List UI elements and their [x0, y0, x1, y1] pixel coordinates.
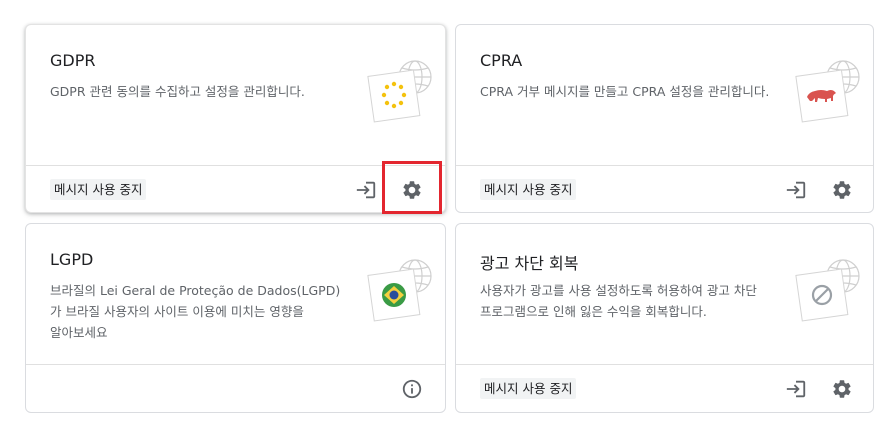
settings-gear-icon[interactable] [831, 179, 853, 201]
status-badge: 메시지 사용 중지 [50, 179, 147, 200]
gdpr-card[interactable]: GDPR GDPR 관련 동의를 수집하고 설정을 관리합니다. 메시지 사용 … [25, 24, 446, 213]
card-description: CPRA 거부 메시지를 만들고 CPRA 설정을 관리합니다. [480, 84, 770, 99]
card-divider [26, 364, 445, 365]
sign-in-icon[interactable] [785, 378, 807, 400]
card-description: GDPR 관련 동의를 수집하고 설정을 관리합니다. [50, 84, 305, 99]
card-title: 광고 차단 회복 [480, 254, 579, 273]
card-divider [456, 364, 873, 365]
eu-stars-icon [367, 60, 432, 123]
card-description: 브라질의 Lei Geral de Proteção de Dados(LGPD… [50, 283, 341, 340]
lgpd-card[interactable]: LGPD 브라질의 Lei Geral de Proteção de Dados… [25, 223, 446, 413]
card-title: CPRA [480, 51, 523, 70]
card-divider [26, 165, 445, 166]
card-description: 사용자가 광고를 사용 설정하도록 허용하여 광고 차단 프로그램으로 인해 잃… [480, 283, 757, 319]
card-title: GDPR [50, 51, 96, 70]
no-entry-icon [795, 259, 860, 322]
card-title: LGPD [50, 250, 94, 269]
settings-gear-icon[interactable] [401, 179, 423, 201]
ad-block-recovery-card[interactable]: 광고 차단 회복 사용자가 광고를 사용 설정하도록 허용하여 광고 차단 프로… [455, 223, 874, 413]
status-badge: 메시지 사용 중지 [480, 378, 577, 399]
status-badge: 메시지 사용 중지 [480, 179, 577, 200]
cpra-card[interactable]: CPRA CPRA 거부 메시지를 만들고 CPRA 설정을 관리합니다. 메시… [455, 24, 874, 213]
card-divider [456, 165, 873, 166]
sign-in-icon[interactable] [355, 179, 377, 201]
sign-in-icon[interactable] [785, 179, 807, 201]
info-icon[interactable] [401, 378, 423, 400]
brazil-flag-icon [367, 259, 432, 322]
settings-gear-icon[interactable] [831, 378, 853, 400]
california-bear-icon [795, 60, 860, 123]
